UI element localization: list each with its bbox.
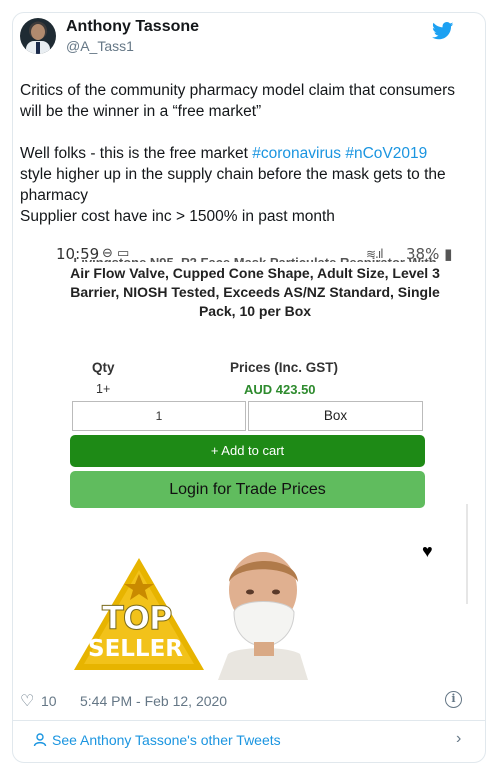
price-header: Prices (Inc. GST) xyxy=(230,360,339,375)
footer-divider xyxy=(12,720,486,721)
product-title: Livingstone N95, P2 Face Mask Particulat… xyxy=(70,255,440,321)
qty-tier: 1+ xyxy=(96,382,111,396)
badge-seller-text: SELLER xyxy=(88,636,184,662)
tweet-line-1: Critics of the community pharmacy model … xyxy=(20,82,460,120)
product-title-cut: Livingstone N95, P2 Face Mask Particulat… xyxy=(70,252,440,262)
heart-icon[interactable]: ♥ xyxy=(422,541,433,562)
tweet-line-2-prefix: Well folks - this is the free market xyxy=(20,145,253,162)
unit-select[interactable]: Box xyxy=(248,401,423,431)
info-icon[interactable]: i xyxy=(445,691,462,708)
tweet-header: Anthony Tassone @A_Tass1 xyxy=(20,18,454,58)
hashtag-ncov2019[interactable]: #nCoV2019 xyxy=(345,145,427,162)
hashtag-coronavirus[interactable]: #coronavirus xyxy=(252,145,341,162)
scroll-edge xyxy=(466,504,468,604)
quantity-input[interactable]: 1 xyxy=(72,401,246,431)
like-count[interactable]: 10 xyxy=(41,693,57,709)
avatar[interactable] xyxy=(20,18,56,54)
tweet-text: Critics of the community pharmacy model … xyxy=(20,80,460,227)
tweet-line-3: Supplier cost have inc > 1500% in past m… xyxy=(20,208,335,225)
tweet-datetime[interactable]: 5:44 PM - Feb 12, 2020 xyxy=(80,693,227,709)
other-tweets-link[interactable]: See Anthony Tassone's other Tweets xyxy=(33,732,281,748)
login-trade-prices-button[interactable]: Login for Trade Prices xyxy=(70,471,425,508)
badge-top-text: TOP xyxy=(101,599,172,638)
person-icon xyxy=(33,733,47,747)
mask-model-photo xyxy=(218,552,308,680)
chevron-right-icon[interactable]: › xyxy=(456,730,461,748)
qty-header: Qty xyxy=(92,360,115,375)
author-name[interactable]: Anthony Tassone xyxy=(66,18,199,36)
author-handle[interactable]: @A_Tass1 xyxy=(66,38,134,54)
tweet-meta: ♡ 10 5:44 PM - Feb 12, 2020 i xyxy=(20,691,462,712)
twitter-bird-icon[interactable] xyxy=(432,22,454,40)
attached-screenshot[interactable]: 10:59 ⊖ ▭ ≋.ıl 38% ▮ Livingstone N95, P2… xyxy=(42,238,468,680)
other-tweets-label: See Anthony Tassone's other Tweets xyxy=(52,732,281,748)
top-seller-badge: TOP SELLER xyxy=(72,556,206,676)
add-to-cart-button[interactable]: + Add to cart xyxy=(70,435,425,467)
heart-outline-icon[interactable]: ♡ xyxy=(20,691,34,711)
price-value: AUD 423.50 xyxy=(244,382,316,397)
